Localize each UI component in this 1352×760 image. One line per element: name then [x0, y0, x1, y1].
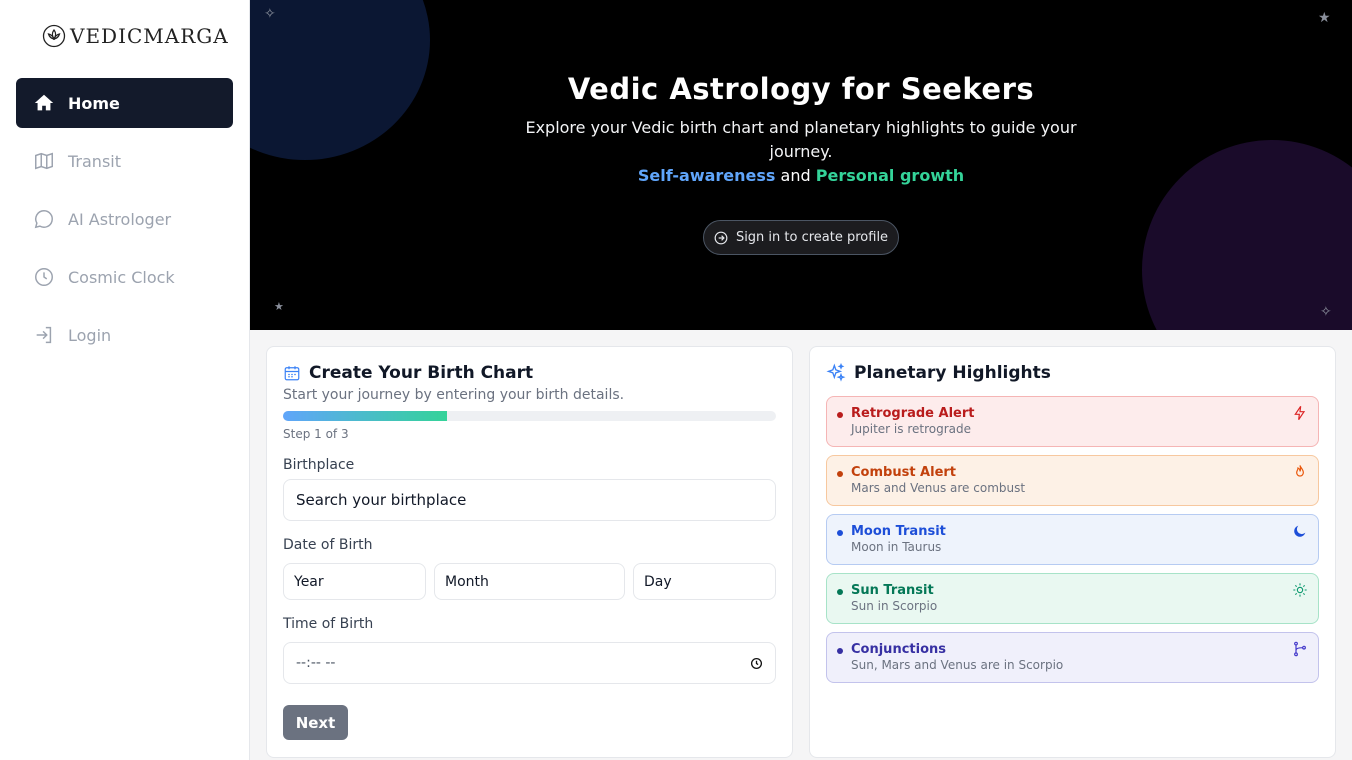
step-progress-bar [283, 411, 776, 421]
highlight-title: Retrograde Alert [851, 406, 975, 421]
status-dot [837, 471, 843, 477]
hero-tags: Self-awareness and Personal growth [250, 166, 1352, 185]
signin-button[interactable]: Sign in to create profile [703, 220, 899, 255]
sidebar-item-label: Transit [68, 151, 121, 171]
hero-title: Vedic Astrology for Seekers [567, 72, 1035, 106]
chat-icon [32, 207, 56, 231]
time-placeholder: --:-- -- [296, 655, 336, 671]
signin-label: Sign in to create profile [735, 230, 889, 245]
clock-icon [32, 265, 56, 289]
status-dot [837, 648, 843, 654]
highlights-title: Planetary Highlights [826, 363, 1051, 383]
highlight-title: Conjunctions [851, 642, 946, 657]
sidebar-item-label: Login [68, 325, 112, 345]
step-label: Step 1 of 3 [283, 427, 349, 441]
highlight-combust[interactable]: Combust Alert Mars and Venus are combust [826, 455, 1319, 506]
app-name: VEDICMARGA [70, 24, 229, 48]
highlight-subtitle: Sun in Scorpio [851, 599, 938, 613]
day-select[interactable]: Day [633, 563, 776, 600]
month-select[interactable]: Month [434, 563, 625, 600]
status-dot [837, 589, 843, 595]
map-icon [32, 149, 56, 173]
sidebar-item-cosmic-clock[interactable]: Cosmic Clock [16, 252, 233, 302]
tag-self-awareness: Self-awareness [637, 166, 776, 185]
highlight-title: Combust Alert [851, 465, 957, 480]
sidebar-item-ai-astrologer[interactable]: AI Astrologer [16, 194, 233, 244]
sparkles-icon [826, 363, 846, 382]
highlight-subtitle: Sun, Mars and Venus are in Scorpio [851, 658, 1064, 672]
highlight-subtitle: Jupiter is retrograde [851, 422, 972, 436]
lightning-icon [1294, 406, 1306, 420]
tob-label: Time of Birth [283, 616, 374, 632]
dob-label: Date of Birth [283, 537, 373, 553]
clock-icon[interactable] [750, 657, 763, 670]
sun-icon [1293, 583, 1307, 597]
hero-subtitle: Explore your Vedic birth chart and plane… [525, 118, 1077, 161]
status-dot [837, 412, 843, 418]
tag-connector: and [780, 166, 811, 185]
sidebar-item-login[interactable]: Login [16, 310, 233, 360]
highlight-retrograde[interactable]: Retrograde Alert Jupiter is retrograde [826, 396, 1319, 447]
sidebar: VEDICMARGA Home Transit AI Astrologer Co… [0, 0, 250, 760]
arrow-circle-icon [714, 231, 728, 244]
birth-chart-card: Create Your Birth Chart Start your journ… [266, 346, 793, 758]
sidebar-item-label: Cosmic Clock [68, 267, 175, 287]
moon-icon [1294, 525, 1306, 537]
star-icon: ★ [274, 300, 284, 313]
login-icon [32, 323, 56, 347]
birthplace-input[interactable]: Search your birthplace [283, 479, 776, 521]
birth-chart-title: Create Your Birth Chart [283, 363, 533, 383]
highlight-title: Sun Transit [851, 583, 934, 598]
sparkle-icon: ✧ [1320, 304, 1332, 320]
branch-icon [1294, 641, 1306, 657]
sidebar-item-transit[interactable]: Transit [16, 136, 233, 186]
highlight-subtitle: Mars and Venus are combust [851, 481, 1026, 495]
progress-fill [283, 411, 448, 421]
sidebar-item-label: AI Astrologer [68, 209, 172, 229]
calendar-icon [284, 366, 300, 381]
home-icon [32, 91, 56, 115]
status-dot [837, 530, 843, 536]
highlight-conjunctions[interactable]: Conjunctions Sun, Mars and Venus are in … [826, 632, 1319, 683]
highlight-sun-transit[interactable]: Sun Transit Sun in Scorpio [826, 573, 1319, 624]
highlight-subtitle: Moon in Taurus [851, 540, 942, 554]
birth-chart-description: Start your journey by entering your birt… [283, 387, 625, 403]
planetary-highlights-card: Planetary Highlights Retrograde Alert Ju… [809, 346, 1336, 758]
highlight-title: Moon Transit [851, 524, 946, 539]
year-select[interactable]: Year [283, 563, 426, 600]
highlight-moon-transit[interactable]: Moon Transit Moon in Taurus [826, 514, 1319, 565]
sparkle-icon: ✧ [264, 6, 276, 22]
next-button[interactable]: Next [283, 705, 348, 740]
star-icon: ★ [1318, 10, 1331, 26]
sidebar-item-label: Home [68, 93, 120, 113]
sidebar-nav: Home Transit AI Astrologer Cosmic Clock … [16, 78, 233, 368]
birthplace-label: Birthplace [283, 457, 355, 473]
sidebar-item-home[interactable]: Home [16, 78, 233, 128]
hero-banner: ✧ ★ ★ ✧ Vedic Astrology for Seekers Expl… [250, 0, 1352, 330]
logo[interactable]: VEDICMARGA [42, 24, 229, 48]
flame-icon [1296, 465, 1304, 477]
time-input[interactable]: --:-- -- [283, 642, 776, 684]
tag-personal-growth: Personal growth [815, 166, 965, 185]
lotus-icon [42, 24, 66, 48]
